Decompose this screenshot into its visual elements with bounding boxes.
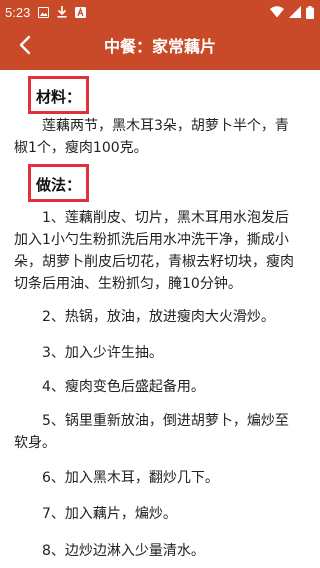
app-bar: 中餐：家常藕片 <box>0 24 320 70</box>
method-step-7: 7、加入藕片，煸炒。 <box>42 506 177 522</box>
download-icon <box>57 6 67 18</box>
method-step-8: 8、边炒边淋入少量清水。 <box>42 543 205 559</box>
method-step-5: 5、锅里重新放油，倒进胡萝卜，煸炒至软身。 <box>14 413 289 451</box>
status-bar: 5:23 <box>0 0 320 24</box>
method-heading: 做法： <box>28 164 90 202</box>
method-step-1: 1、莲藕削皮、切片，黑木耳用水泡发后加入1小勺生粉抓洗后用水冲洗干净，撕成小朵，… <box>14 210 294 292</box>
method-step-3: 3、加入少许生抽。 <box>42 345 163 361</box>
page-title: 中餐：家常藕片 <box>103 37 217 56</box>
status-right <box>270 5 314 19</box>
method-step-4: 4、瘦肉变色后盛起备用。 <box>42 379 205 395</box>
status-left: 5:23 <box>5 4 87 20</box>
app-a-icon <box>75 6 87 18</box>
battery-icon <box>306 5 314 19</box>
signal-icon <box>289 6 301 18</box>
recipe-content[interactable]: 材料： 莲藕两节，黑木耳3朵，胡萝卜半个，青椒1个，瘦肉100克。 做法： 1、… <box>0 70 320 568</box>
image-icon <box>38 6 50 18</box>
wifi-icon <box>270 6 284 18</box>
method-step-6: 6、加入黑木耳，翻炒几下。 <box>42 470 219 486</box>
method-step-2: 2、热锅，放油，放进瘦肉大火滑炒。 <box>42 309 275 325</box>
materials-text: 莲藕两节，黑木耳3朵，胡萝卜半个，青椒1个，瘦肉100克。 <box>14 118 289 156</box>
materials-heading: 材料： <box>28 76 90 114</box>
status-time: 5:23 <box>5 4 31 20</box>
back-button[interactable] <box>10 32 40 62</box>
chevron-left-icon <box>18 35 32 59</box>
